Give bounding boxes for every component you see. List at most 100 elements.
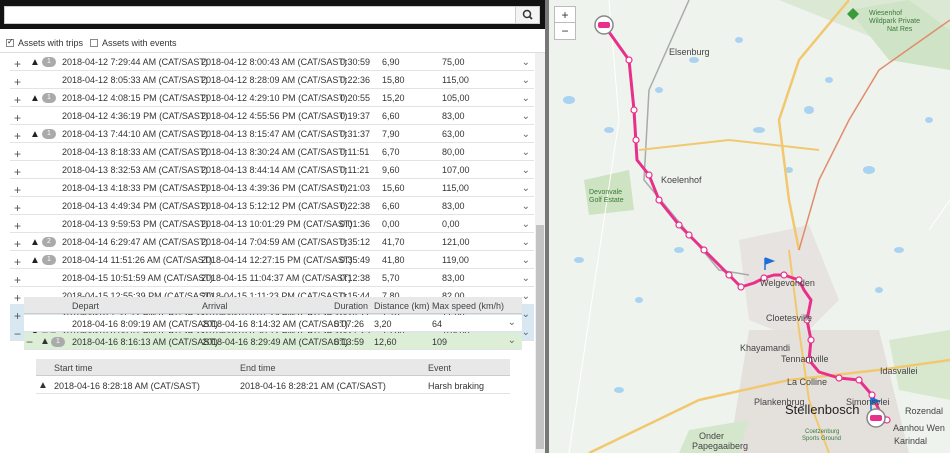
map-label-elsenburg: Elsenburg	[669, 47, 710, 57]
expand-toggle-icon[interactable]: +	[14, 201, 21, 215]
assets-with-events-checkbox[interactable]	[90, 39, 98, 47]
segment-header-distance: Distance (km)	[374, 301, 430, 311]
assets-with-trips-checkbox[interactable]	[6, 37, 14, 47]
events-header-start: Start time	[54, 363, 93, 373]
map-label-idasvallei: Idasvallei	[880, 366, 918, 376]
trip-maxspeed: 119,00	[442, 255, 469, 265]
trip-end: 2018-04-12 8:28:09 AM (CAT/SAST)	[201, 75, 347, 85]
trip-row[interactable]: +2018-04-12 4:36:19 PM (CAT/SAST) 2018-04…	[10, 107, 534, 125]
chevron-down-icon[interactable]: ⌄	[522, 237, 530, 248]
zoom-out-button[interactable]: −	[554, 22, 576, 40]
map-label-papegaaiberg: Papegaaiberg	[692, 441, 749, 451]
segment-row[interactable]: − ▲ 1 2018-04-16 8:16:13 AM (CAT/SAST) 2018-…	[24, 333, 522, 350]
trip-start: 2018-04-14 11:51:26 AM (CAT/SAST)	[62, 255, 213, 265]
scrollbar-thumb[interactable]	[536, 225, 544, 449]
segment-header-maxspeed: Max speed (km/h)	[432, 301, 505, 311]
trip-end: 2018-04-12 4:29:10 PM (CAT/SAST)	[201, 93, 348, 103]
trip-row[interactable]: +2018-04-13 8:32:53 AM (CAT/SAST) 2018-04…	[10, 161, 534, 179]
segment-distance: 3,20	[374, 319, 392, 329]
search-input[interactable]	[4, 6, 540, 24]
map-label-natres: Nat Res	[887, 26, 913, 33]
chevron-down-icon[interactable]: ⌄	[522, 93, 530, 104]
chevron-down-icon[interactable]: ⌄	[522, 147, 530, 158]
segment-row[interactable]: 2018-04-16 8:09:19 AM (CAT/SAST) 2018-04-…	[24, 315, 522, 332]
segment-arrival: 2018-04-16 8:14:32 AM (CAT/SAST)	[202, 319, 348, 329]
trip-duration: 0:35:12	[340, 237, 371, 247]
chevron-down-icon[interactable]: ⌄	[522, 57, 530, 68]
chevron-down-icon[interactable]: ⌄	[508, 335, 516, 346]
top-bar	[0, 0, 545, 29]
assets-with-events-label: Assets with events	[102, 38, 177, 48]
trip-maxspeed: 63,00	[442, 129, 465, 139]
trip-end: 2018-04-13 5:12:12 PM (CAT/SAST)	[201, 201, 348, 211]
trip-end: 2018-04-14 7:04:59 AM (CAT/SAST)	[201, 237, 347, 247]
trip-row[interactable]: + ▲ 2 2018-04-14 6:29:47 AM (CAT/SAST) 2018-…	[10, 233, 534, 251]
expand-toggle-icon[interactable]: +	[14, 93, 21, 107]
expand-toggle-icon[interactable]: +	[14, 309, 21, 323]
trip-maxspeed: 105,00	[442, 93, 470, 103]
expand-toggle-icon[interactable]: +	[14, 75, 21, 89]
expand-toggle-icon[interactable]: +	[14, 111, 21, 125]
expand-toggle-icon[interactable]: +	[14, 183, 21, 197]
chevron-down-icon[interactable]: ⌄	[522, 165, 530, 176]
expand-toggle-icon[interactable]: −	[26, 335, 33, 349]
trip-row[interactable]: + ▲ 1 2018-04-12 4:08:15 PM (CAT/SAST) 2018-…	[10, 89, 534, 107]
map-label-cloetesville: Cloetesville	[766, 313, 813, 323]
expand-toggle-icon[interactable]: +	[14, 129, 21, 143]
event-row[interactable]: ▲ 2018-04-16 8:28:18 AM (CAT/SAST) 2018-04…	[36, 377, 510, 394]
trip-row[interactable]: + ▲ 1 2018-04-14 11:51:26 AM (CAT/SAST) 2018…	[10, 251, 534, 269]
map-label-lacolline: La Colline	[787, 377, 828, 387]
chevron-down-icon[interactable]: ⌄	[522, 219, 530, 230]
trip-row[interactable]: +2018-04-13 4:18:33 PM (CAT/SAST) 2018-04…	[10, 179, 534, 197]
trip-end: 2018-04-12 4:55:56 PM (CAT/SAST)	[201, 111, 348, 121]
expand-toggle-icon[interactable]: +	[14, 237, 21, 251]
chevron-down-icon[interactable]: ⌄	[522, 327, 530, 338]
expand-toggle-icon[interactable]: +	[14, 57, 21, 71]
chevron-down-icon[interactable]: ⌄	[522, 291, 530, 302]
trip-duration: 0:11:21	[340, 165, 370, 175]
expand-toggle-icon[interactable]: −	[14, 327, 21, 341]
trip-end: 2018-04-13 8:44:14 AM (CAT/SAST)	[201, 165, 347, 175]
trip-end: 2018-04-13 8:30:24 AM (CAT/SAST)	[201, 147, 347, 157]
trip-panel: Assets with trips Assets with events +▲1…	[0, 0, 545, 453]
trip-row[interactable]: +2018-04-12 8:05:33 AM (CAT/SAST) 2018-04…	[10, 71, 534, 89]
map-label-simonsvlei: Simonsvlei	[846, 397, 890, 407]
trip-maxspeed: 107,00	[442, 165, 470, 175]
trip-start: 2018-04-13 7:44:10 AM (CAT/SAST)	[62, 129, 208, 139]
trip-end: 2018-04-13 4:39:36 PM (CAT/SAST)	[201, 183, 348, 193]
chevron-down-icon[interactable]: ⌄	[522, 129, 530, 140]
map-view[interactable]: + − Wiesenhof Wildpark Private Nat Res E…	[549, 0, 950, 453]
map-label-rozendal: Rozendal	[905, 406, 944, 416]
search-button[interactable]	[515, 7, 539, 23]
trip-duration: 0:22:38	[340, 201, 371, 211]
trip-duration: 0:19:37	[340, 111, 371, 121]
chevron-down-icon[interactable]: ⌄	[522, 273, 530, 284]
chevron-down-icon[interactable]: ⌄	[522, 75, 530, 86]
map-label-devonvale: Devonvale	[589, 189, 623, 196]
expand-toggle-icon[interactable]: +	[14, 165, 21, 179]
trip-row[interactable]: +2018-04-15 10:51:59 AM (CAT/SAST) 2018-0…	[10, 269, 534, 287]
chevron-down-icon[interactable]: ⌄	[508, 317, 516, 328]
trip-row[interactable]: +2018-04-13 9:59:53 PM (CAT/SAST) 2018-04…	[10, 215, 534, 233]
chevron-down-icon[interactable]: ⌄	[522, 201, 530, 212]
chevron-down-icon[interactable]: ⌄	[522, 309, 530, 320]
chevron-down-icon[interactable]: ⌄	[522, 183, 530, 194]
expand-toggle-icon[interactable]: +	[14, 273, 21, 287]
trip-row[interactable]: + ▲ 1 2018-04-13 7:44:10 AM (CAT/SAST) 2018-…	[10, 125, 534, 143]
map-label-coetzenburg: Coetzenburg	[805, 429, 840, 435]
map-label-koelenhof: Koelenhof	[661, 175, 702, 185]
trip-end: 2018-04-14 12:27:15 PM (CAT/SAST)	[201, 255, 353, 265]
trip-row[interactable]: + ▲ 1 2018-04-12 7:29:44 AM (CAT/SAST) 2018-…	[10, 53, 534, 71]
expand-toggle-icon[interactable]: +	[14, 219, 21, 233]
expand-toggle-icon[interactable]: +	[14, 291, 21, 305]
chevron-down-icon[interactable]: ⌄	[522, 111, 530, 122]
map-canvas[interactable]	[549, 0, 950, 453]
expand-toggle-icon[interactable]: +	[14, 147, 21, 161]
event-event: Harsh braking	[428, 381, 485, 391]
trip-row[interactable]: +2018-04-13 4:49:34 PM (CAT/SAST) 2018-04…	[10, 197, 534, 215]
chevron-down-icon[interactable]: ⌄	[522, 255, 530, 266]
segment-duration: 0:13:59	[334, 337, 365, 347]
expand-toggle-icon[interactable]: +	[14, 255, 21, 269]
scrollbar[interactable]	[535, 53, 545, 453]
trip-row[interactable]: +2018-04-13 8:18:33 AM (CAT/SAST) 2018-04…	[10, 143, 534, 161]
